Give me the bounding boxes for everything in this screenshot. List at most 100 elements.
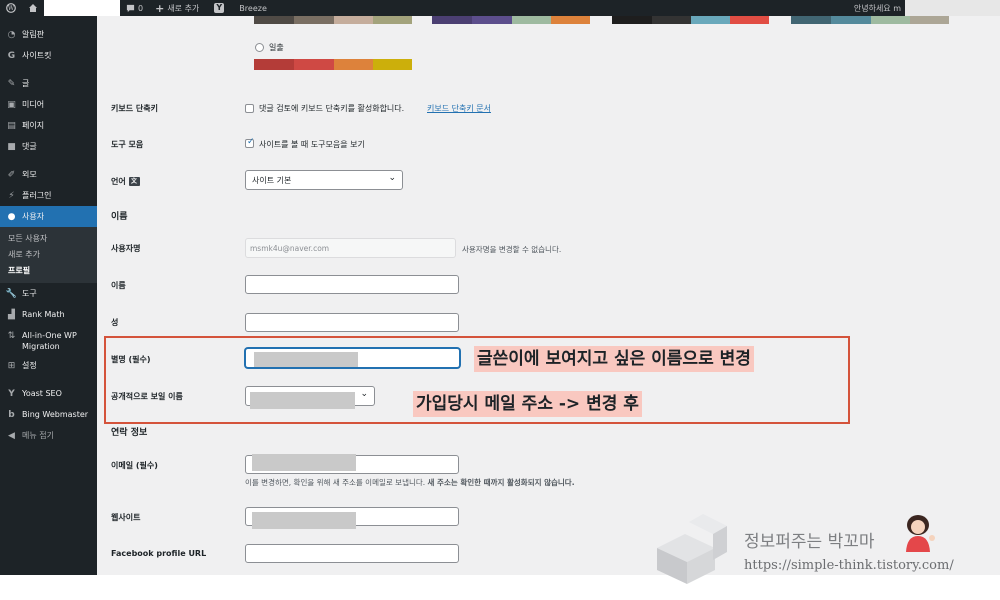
comment-icon: ■ [7, 141, 16, 152]
settings-icon: ⊞ [7, 360, 16, 371]
toolbar-text: 사이트를 볼 때 도구모음을 보기 [259, 140, 365, 149]
sidebar-item-label: Yoast SEO [22, 389, 62, 398]
toolbar-label: 도구 모음 [111, 140, 144, 149]
users-submenu: 모든 사용자 새로 추가 프로필 [0, 227, 97, 283]
submenu-all-users[interactable]: 모든 사용자 [0, 231, 97, 247]
avatar-redacted [905, 0, 1000, 16]
sidebar-item-comments[interactable]: ■ 댓글 [0, 136, 97, 157]
facebook-field[interactable] [245, 544, 459, 563]
color-scheme-palette[interactable] [254, 16, 412, 24]
website-label: 웹사이트 [111, 513, 141, 522]
submenu-add-new[interactable]: 새로 추가 [0, 247, 97, 263]
sidebar-item-posts[interactable]: ✎ 글 [0, 73, 97, 94]
email-label: 이메일 (필수) [111, 461, 158, 470]
plugin-icon: ⚡ [8, 190, 15, 201]
bing-icon: b [8, 409, 15, 420]
sidebar-item-label: 글 [22, 79, 30, 88]
yoast-icon: Y [214, 3, 225, 13]
sidebar-item-migration[interactable]: ⇅ All-in-One WP Migration [0, 325, 97, 355]
annotation-note-email: 가입당시 메일 주소 -> 변경 후 [413, 391, 642, 417]
username-note: 사용자명을 변경할 수 없습니다. [462, 245, 562, 254]
wordpress-logo-button[interactable]: W [0, 0, 22, 16]
username-label: 사용자명 [111, 244, 141, 253]
girl-avatar-icon [906, 515, 935, 552]
last-name-label: 성 [111, 318, 119, 327]
sidebar-item-yoast[interactable]: Y Yoast SEO [0, 383, 97, 404]
language-label: 언어 文 [111, 176, 140, 187]
toolbar-checkbox[interactable]: ✓ [245, 137, 255, 148]
sidebar-item-label: 설정 [22, 361, 37, 370]
sidebar-item-label: Rank Math [22, 310, 65, 319]
last-name-field[interactable] [245, 313, 459, 332]
website-redacted [252, 512, 356, 529]
checkmark-icon: ✓ [247, 137, 255, 147]
breeze-label: Breeze [239, 3, 267, 13]
sidebar-item-settings[interactable]: ⊞ 설정 [0, 355, 97, 376]
greeting-text[interactable]: 안녕하세요 m [854, 3, 901, 14]
cube-logo-icon [657, 514, 727, 584]
sidebar-item-bing[interactable]: b Bing Webmaster [0, 404, 97, 425]
sidebar-item-label: 댓글 [22, 142, 37, 151]
color-scheme-palette[interactable] [432, 16, 590, 24]
language-select-value: 사이트 기본 [252, 176, 292, 185]
sidebar-item-dashboard[interactable]: ◔ 알림판 [0, 24, 97, 45]
rankmath-icon: ▟ [8, 309, 15, 320]
sidebar-item-label: 알림판 [22, 30, 45, 39]
language-select[interactable]: 사이트 기본 ⌄ [245, 170, 403, 190]
new-content-label: 새로 추가 [167, 3, 200, 13]
sidebar-item-users[interactable]: ● 사용자 [0, 206, 97, 227]
color-scheme-palette[interactable] [612, 16, 769, 24]
first-name-label: 이름 [111, 281, 126, 290]
sidebar-item-appearance[interactable]: ✐ 외모 [0, 164, 97, 185]
sidebar-item-label: 미디어 [22, 100, 45, 109]
page-icon: ▤ [7, 120, 16, 131]
site-home-button[interactable] [22, 0, 44, 16]
sidebar-item-label: All-in-One WP Migration [22, 331, 77, 351]
yoast-icon: Y [8, 388, 15, 399]
keyboard-shortcuts-text: 댓글 검토에 키보드 단축키를 활성화합니다. [259, 104, 405, 113]
breeze-button[interactable]: Breeze [230, 0, 273, 16]
sidebar-item-plugins[interactable]: ⚡ 플러그인 [0, 185, 97, 206]
wordpress-icon: W [6, 3, 16, 13]
g-icon: G [7, 50, 16, 61]
admin-sidebar: ◔ 알림판 G 사이트킷 ✎ 글 ▣ 미디어 ▤ 페이지 ■ 댓글 ✐ 외모 ⚡… [0, 16, 97, 575]
bottom-strip [0, 575, 1000, 600]
sunrise-radio[interactable] [255, 43, 264, 52]
collapse-icon: ◀ [8, 430, 15, 441]
contact-section-title: 연락 정보 [111, 428, 148, 438]
annotation-note-nickname: 글쓴이에 보여지고 싶은 이름으로 변경 [474, 346, 754, 372]
profile-content: 일출 키보드 단축키 댓글 검토에 키보드 단축키를 활성화합니다. 키보드 단… [97, 16, 1000, 575]
brush-icon: ✐ [7, 169, 16, 180]
comment-bubble-icon [126, 4, 135, 12]
sunrise-palette[interactable] [254, 59, 412, 70]
name-section-title: 이름 [111, 212, 128, 222]
comments-button[interactable]: 0 [120, 0, 149, 16]
sunrise-label: 일출 [269, 43, 284, 52]
sidebar-item-sitekit[interactable]: G 사이트킷 [0, 45, 97, 66]
submenu-profile[interactable]: 프로필 [0, 263, 97, 279]
keyboard-shortcuts-doc-link[interactable]: 키보드 단축키 문서 [427, 103, 491, 114]
translate-icon: 文 [128, 177, 140, 186]
keyboard-shortcuts-checkbox[interactable] [245, 104, 254, 113]
svg-text:W: W [8, 5, 15, 12]
admin-bar: W 0 + 새로 추가 Y Breeze 안녕하세요 m [0, 0, 1000, 16]
color-scheme-palette[interactable] [791, 16, 949, 24]
first-name-field[interactable] [245, 275, 459, 294]
email-note: 이를 변경하면, 확인을 위해 새 주소를 이메일로 보냅니다. 새 주소는 확… [245, 478, 575, 487]
sidebar-item-pages[interactable]: ▤ 페이지 [0, 115, 97, 136]
username-value: msmk4u@naver.com [250, 244, 330, 253]
email-redacted [252, 454, 356, 471]
new-content-button[interactable]: + 새로 추가 [149, 0, 205, 16]
plus-icon: + [155, 1, 165, 15]
wrench-icon: 🔧 [5, 288, 18, 299]
sidebar-item-collapse[interactable]: ◀ 메뉴 접기 [0, 425, 97, 446]
sidebar-item-rankmath[interactable]: ▟ Rank Math [0, 304, 97, 325]
watermark-title: 정보퍼주는 박꼬마 [744, 532, 875, 552]
sidebar-item-label: 플러그인 [22, 191, 52, 200]
chevron-down-icon: ⌄ [388, 173, 396, 183]
sidebar-item-tools[interactable]: 🔧 도구 [0, 283, 97, 304]
comments-count: 0 [138, 3, 144, 13]
sidebar-item-media[interactable]: ▣ 미디어 [0, 94, 97, 115]
yoast-bar-button[interactable]: Y [205, 0, 230, 16]
keyboard-shortcuts-label: 키보드 단축키 [111, 104, 158, 113]
